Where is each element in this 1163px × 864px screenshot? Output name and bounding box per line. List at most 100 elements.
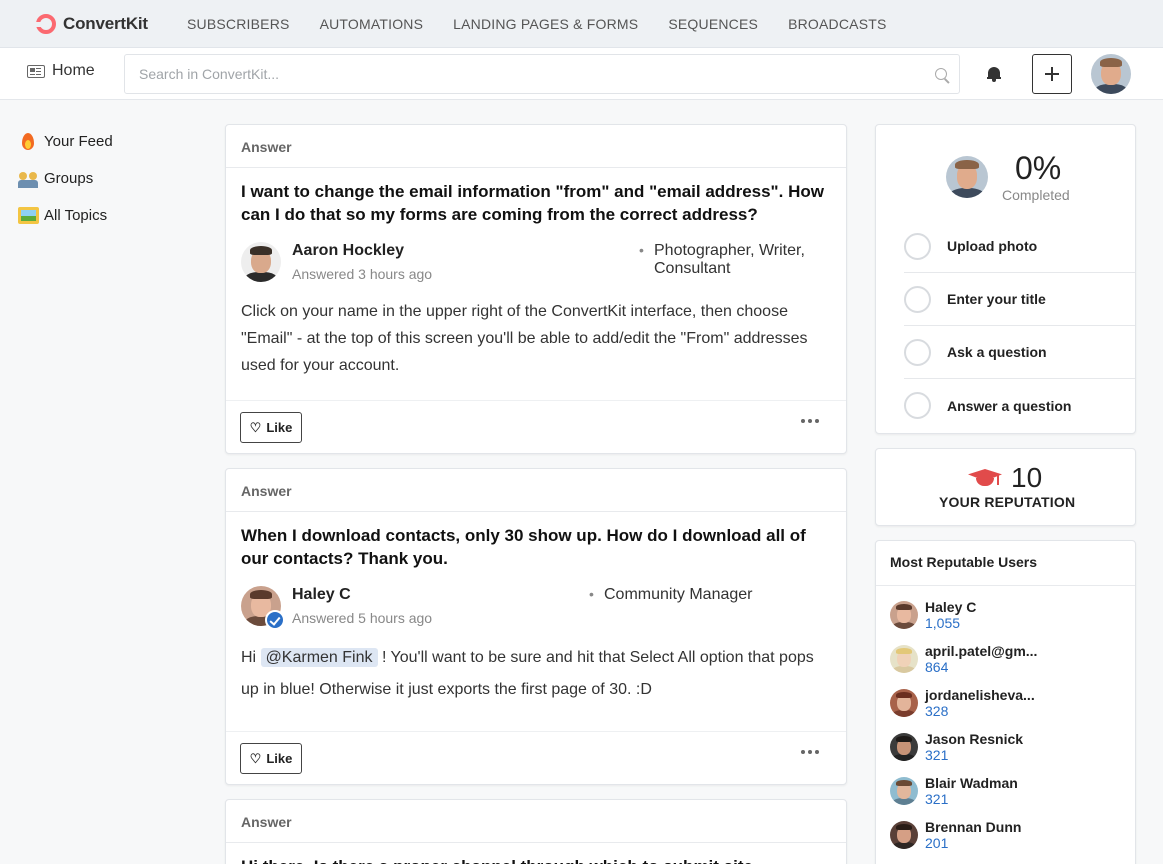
nav-your-feed-label: Your Feed <box>44 132 113 150</box>
task-checkbox[interactable] <box>904 285 931 313</box>
search-input[interactable] <box>139 66 919 82</box>
brand-logo[interactable]: ConvertKit <box>35 13 187 35</box>
reputation-label: YOUR REPUTATION <box>939 494 1076 510</box>
graduation-cap-icon <box>968 469 1002 487</box>
user-name: Brennan Dunn <box>925 819 1022 835</box>
more-options-icon[interactable] <box>801 750 822 754</box>
question-title[interactable]: When I download contacts, only 30 show u… <box>226 512 846 570</box>
feed-card: Answer I want to change the email inform… <box>225 124 847 454</box>
top-user-row[interactable]: Blair Wadman 321 <box>890 775 1125 821</box>
like-button[interactable]: ♡ Like <box>240 412 302 443</box>
nav-groups[interactable]: Groups <box>18 167 113 189</box>
top-users-panel: Most Reputable Users Haley C 1,055 april… <box>875 540 1136 864</box>
sub-header: Home <box>0 48 1163 100</box>
like-label: Like <box>266 751 293 766</box>
user-avatar <box>890 689 918 717</box>
create-new-button[interactable] <box>1032 54 1072 94</box>
author-avatar[interactable] <box>241 242 281 282</box>
user-avatar <box>890 733 918 761</box>
more-options-icon[interactable] <box>801 419 822 423</box>
author-avatar[interactable] <box>241 586 285 630</box>
heart-icon: ♡ <box>249 419 262 435</box>
left-navigation: Your Feed Groups All Topics <box>18 130 113 241</box>
nav-sequences[interactable]: SEQUENCES <box>668 16 758 32</box>
nav-your-feed[interactable]: Your Feed <box>18 130 113 152</box>
user-avatar <box>890 601 918 629</box>
top-user-row[interactable]: jordanelisheva... 328 <box>890 687 1125 733</box>
author-info: Aaron Hockley • Photographer, Writer, Co… <box>226 240 846 298</box>
answer-time: Answered 3 hours ago <box>292 266 433 282</box>
user-name: Haley C <box>925 599 977 615</box>
user-score: 321 <box>925 747 949 763</box>
author-name[interactable]: Aaron Hockley <box>292 242 404 260</box>
like-label: Like <box>266 420 293 435</box>
user-score: 201 <box>925 835 949 851</box>
answer-body: Click on your name in the upper right of… <box>241 303 808 374</box>
nav-automations[interactable]: AUTOMATIONS <box>320 16 424 32</box>
nav-landing-pages-forms[interactable]: LANDING PAGES & FORMS <box>453 16 638 32</box>
nav-groups-label: Groups <box>44 169 94 187</box>
card-type-label: Answer <box>226 469 846 512</box>
user-avatar <box>890 645 918 673</box>
progress-completed-label: Completed <box>1002 187 1070 203</box>
answer-time: Answered 5 hours ago <box>292 610 433 626</box>
top-navigation: ConvertKit SUBSCRIBERS AUTOMATIONS LANDI… <box>0 0 1163 48</box>
home-label: Home <box>52 62 95 79</box>
task-checkbox[interactable] <box>904 392 931 419</box>
card-footer: ♡ Like <box>226 731 846 784</box>
top-user-row[interactable]: Brennan Dunn 201 <box>890 819 1125 864</box>
brand-name: ConvertKit <box>63 13 148 33</box>
task-label: Upload photo <box>947 238 1038 254</box>
task-answer-question[interactable]: Answer a question <box>904 379 1135 432</box>
user-name: Blair Wadman <box>925 775 1018 791</box>
user-score: 321 <box>925 791 949 807</box>
body-text: Hi <box>241 649 261 666</box>
user-score: 328 <box>925 703 949 719</box>
top-user-row[interactable]: Haley C 1,055 <box>890 599 1125 645</box>
user-name: jordanelisheva... <box>925 687 1035 703</box>
author-info: Haley C • Community Manager Answered 5 h… <box>226 584 846 642</box>
profile-progress-panel: Upload photo Enter your title Ask a ques… <box>875 124 1136 434</box>
top-user-row[interactable]: april.patel@gm... 864 <box>890 643 1125 689</box>
task-label: Enter your title <box>947 291 1046 307</box>
notifications-bell-icon[interactable] <box>987 66 1001 82</box>
newspaper-icon <box>27 64 45 78</box>
verified-badge-icon <box>265 610 285 630</box>
author-name[interactable]: Haley C <box>292 586 351 604</box>
separator-dot: • <box>639 242 644 258</box>
task-checkbox[interactable] <box>904 232 931 260</box>
home-link[interactable]: Home <box>27 62 95 80</box>
task-enter-title[interactable]: Enter your title <box>904 273 1135 326</box>
user-mention[interactable]: @Karmen Fink <box>260 648 378 667</box>
feed-card: Answer Hi there, Is there a proper chann… <box>225 799 847 864</box>
answer-body: Hi @Karmen Fink ! You'll want to be sure… <box>226 642 846 706</box>
task-label: Ask a question <box>947 344 1047 360</box>
card-footer: ♡ Like <box>226 400 846 453</box>
nav-all-topics[interactable]: All Topics <box>18 204 113 226</box>
user-avatar <box>890 821 918 849</box>
user-avatar <box>890 777 918 805</box>
author-role: Community Manager <box>604 586 753 603</box>
heart-icon: ♡ <box>249 750 262 766</box>
groups-icon <box>18 168 39 189</box>
like-button[interactable]: ♡ Like <box>240 743 302 774</box>
question-title[interactable]: I want to change the email information "… <box>226 168 846 226</box>
task-ask-question[interactable]: Ask a question <box>904 326 1135 379</box>
separator-dot: • <box>589 586 594 602</box>
user-name: Jason Resnick <box>925 731 1024 747</box>
task-upload-photo[interactable]: Upload photo <box>904 220 1135 273</box>
progress-percent: 0% <box>1015 150 1062 186</box>
nav-subscribers[interactable]: SUBSCRIBERS <box>187 16 290 32</box>
search-icon[interactable] <box>935 68 947 80</box>
top-user-row[interactable]: Jason Resnick 321 <box>890 731 1125 777</box>
task-checkbox[interactable] <box>904 338 931 366</box>
user-avatar[interactable] <box>1091 54 1131 94</box>
nav-all-topics-label: All Topics <box>44 206 108 224</box>
user-name: april.patel@gm... <box>925 643 1038 659</box>
profile-avatar[interactable] <box>946 156 988 198</box>
nav-broadcasts[interactable]: BROADCASTS <box>788 16 886 32</box>
search-box <box>124 54 960 94</box>
author-role: Photographer, Writer, Consultant <box>654 242 805 277</box>
question-title[interactable]: Hi there, Is there a proper channel thro… <box>226 843 846 864</box>
user-score: 864 <box>925 659 949 675</box>
